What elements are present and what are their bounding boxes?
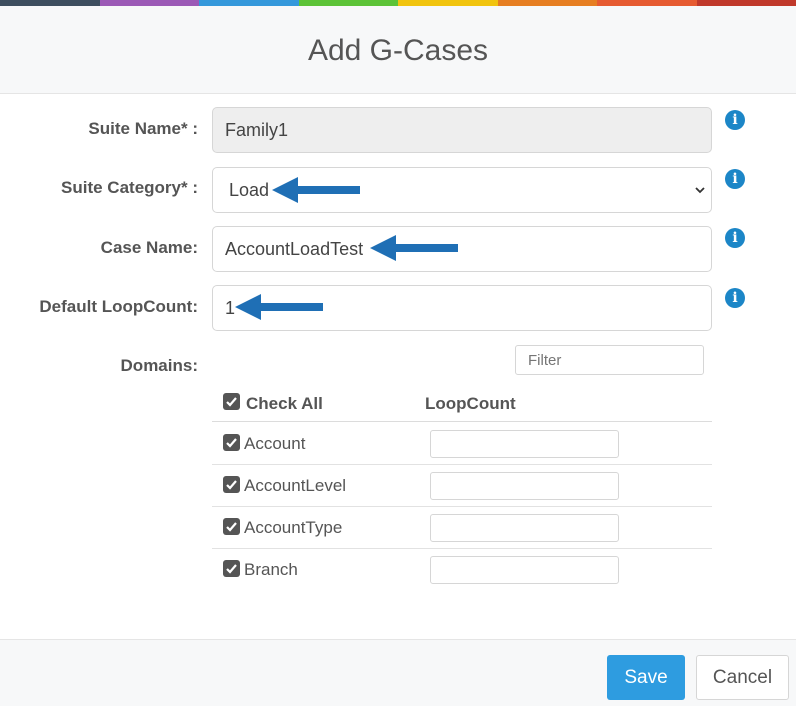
info-icon[interactable]: i (725, 228, 745, 248)
check-all-checkbox[interactable] (223, 393, 240, 410)
domain-row: AccountType (212, 507, 712, 549)
domain-checkbox[interactable] (223, 518, 240, 535)
domain-name: Branch (244, 560, 298, 579)
info-icon[interactable]: i (725, 169, 745, 189)
domains-filter-input[interactable] (515, 345, 704, 375)
info-icon[interactable]: i (725, 110, 745, 130)
domain-checkbox[interactable] (223, 476, 240, 493)
case-name-field[interactable] (212, 226, 712, 272)
domain-checkbox[interactable] (223, 560, 240, 577)
domain-loopcount-input[interactable] (430, 556, 619, 584)
domain-name: AccountLevel (244, 476, 347, 495)
domain-checkbox[interactable] (223, 434, 240, 451)
save-button[interactable]: Save (607, 655, 685, 700)
dialog-title: Add G-Cases (307, 34, 489, 67)
arrow-left-icon (370, 235, 458, 261)
checkbox-checked-icon (226, 522, 237, 532)
domain-name: Account (244, 434, 306, 453)
domains-table-header: Check All LoopCount (212, 382, 712, 422)
cancel-button[interactable]: Cancel (696, 655, 789, 700)
checkbox-checked-icon (226, 480, 237, 490)
case-name-label: Case Name: (100, 238, 198, 257)
suite-name-field (212, 107, 712, 153)
domain-loopcount-input[interactable] (430, 472, 619, 500)
info-icon[interactable]: i (725, 288, 745, 308)
checkbox-checked-icon (226, 438, 237, 448)
domain-loopcount-input[interactable] (430, 514, 619, 542)
suite-name-label: Suite Name* : (88, 119, 198, 138)
arrow-left-icon (235, 294, 323, 320)
domain-loopcount-input[interactable] (430, 430, 619, 458)
default-loopcount-label: Default LoopCount: (39, 297, 198, 316)
domain-name: AccountType (244, 518, 343, 537)
chevron-down-icon (695, 187, 705, 194)
domain-row: Account (212, 423, 712, 465)
suite-category-value: Load (229, 180, 270, 200)
checkbox-checked-icon (226, 564, 237, 574)
suite-category-label: Suite Category* : (61, 178, 198, 197)
check-all-label: Check All (246, 394, 323, 413)
arrow-left-icon (272, 177, 360, 203)
domain-row: AccountLevel (212, 465, 712, 507)
checkbox-checked-icon (226, 397, 237, 407)
loopcount-column-header: LoopCount (425, 394, 516, 413)
dialog-footer: Save Cancel (0, 639, 796, 706)
domain-row: Branch (212, 549, 712, 591)
domains-label: Domains: (120, 356, 198, 375)
dialog-header: Add G-Cases (0, 6, 796, 94)
